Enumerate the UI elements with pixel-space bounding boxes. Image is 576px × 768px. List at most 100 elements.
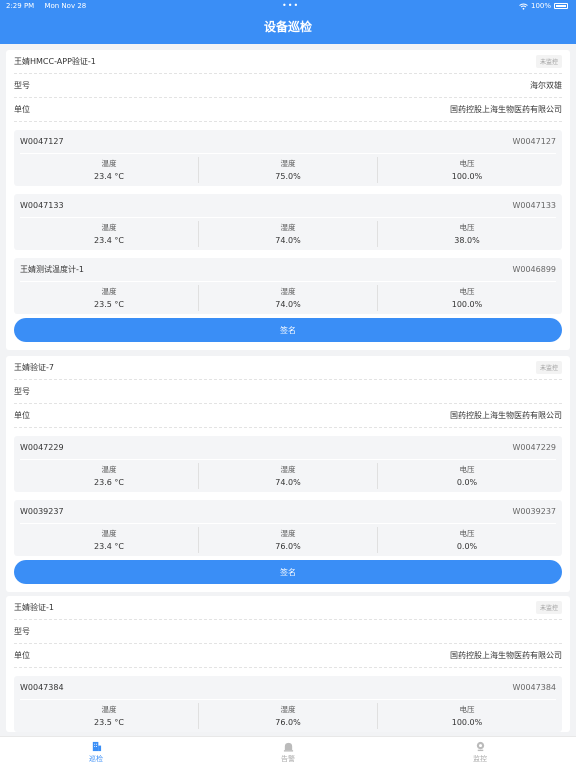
voltage-label: 电压 <box>459 529 475 538</box>
model-row: 型号 <box>14 620 562 644</box>
humidity-label: 湿度 <box>280 465 296 474</box>
tab-label: 监控 <box>473 755 487 763</box>
sensor-code: W0046899 <box>512 265 556 274</box>
voltage-metric: 电压 100.0% <box>377 157 556 183</box>
sensor-item[interactable]: 王婧测试温度计-1 W0046899 温度 23.5 °C 湿度 74.0% 电压 1… <box>14 258 562 314</box>
sensor-name: W0047127 <box>20 137 64 146</box>
status-badge: 未监控 <box>535 601 562 614</box>
temperature-label: 温度 <box>101 223 117 232</box>
sensor-code: W0047127 <box>512 137 556 146</box>
card-title: 王婧HMCC-APP验证-1 <box>14 57 96 66</box>
model-value: 海尔双雄 <box>530 81 562 90</box>
temperature-label: 温度 <box>101 529 117 538</box>
humidity-value: 76.0% <box>275 718 301 727</box>
voltage-metric: 电压 0.0% <box>377 463 556 489</box>
humidity-metric: 湿度 74.0% <box>198 221 377 247</box>
temperature-metric: 温度 23.4 °C <box>20 527 198 553</box>
tab-label: 巡检 <box>89 755 103 763</box>
unit-label: 单位 <box>14 411 30 420</box>
voltage-label: 电压 <box>459 287 475 296</box>
equipment-card: 王婧验证-7 未监控 型号 单位 国药控股上海生物医药有限公司 W0047229… <box>6 356 570 592</box>
sensor-name: W0039237 <box>20 507 64 516</box>
inspection-list[interactable]: 王婧HMCC-APP验证-1 未监控 型号 海尔双雄 单位 国药控股上海生物医药… <box>0 44 576 736</box>
sensor-item[interactable]: W0047127 W0047127 温度 23.4 °C 湿度 75.0% 电压 10… <box>14 130 562 186</box>
humidity-value: 76.0% <box>275 542 301 551</box>
sensor-code: W0047229 <box>512 443 556 452</box>
humidity-label: 湿度 <box>280 223 296 232</box>
temperature-metric: 温度 23.6 °C <box>20 463 198 489</box>
status-badge: 未监控 <box>535 361 562 374</box>
tab-alarm[interactable]: 告警 <box>192 737 384 768</box>
card-title: 王婧验证-7 <box>14 363 54 372</box>
status-bar: 2:29 PM Mon Nov 28 ••• 100% <box>0 0 576 12</box>
temperature-value: 23.5 °C <box>94 718 124 727</box>
sensor-name: W0047229 <box>20 443 64 452</box>
model-label: 型号 <box>14 387 30 396</box>
tab-monitor[interactable]: 监控 <box>384 737 576 768</box>
humidity-metric: 湿度 76.0% <box>198 527 377 553</box>
sign-button[interactable]: 签名 <box>14 318 562 342</box>
tab-bar: 巡检 告警 监控 <box>0 736 576 768</box>
humidity-metric: 湿度 74.0% <box>198 285 377 311</box>
voltage-value: 38.0% <box>454 236 480 245</box>
sensor-code: W0039237 <box>512 507 556 516</box>
sensor-item[interactable]: W0047229 W0047229 温度 23.6 °C 湿度 74.0% 电压 0.… <box>14 436 562 492</box>
voltage-label: 电压 <box>459 705 475 714</box>
tab-inspection[interactable]: 巡检 <box>0 737 192 768</box>
alarm-icon <box>283 742 293 752</box>
temperature-metric: 温度 23.4 °C <box>20 221 198 247</box>
temperature-value: 23.4 °C <box>94 542 124 551</box>
voltage-label: 电压 <box>459 159 475 168</box>
voltage-label: 电压 <box>459 465 475 474</box>
page-title: 设备巡检 <box>263 20 312 34</box>
sensor-code: W0047133 <box>512 201 556 210</box>
temperature-label: 温度 <box>101 705 117 714</box>
voltage-value: 100.0% <box>451 718 483 727</box>
model-row: 型号 海尔双雄 <box>14 74 562 98</box>
temperature-metric: 温度 23.5 °C <box>20 285 198 311</box>
humidity-label: 湿度 <box>280 159 296 168</box>
voltage-metric: 电压 100.0% <box>377 703 556 729</box>
sensor-name: 王婧测试温度计-1 <box>20 265 84 274</box>
building-icon <box>92 741 101 752</box>
card-header: 王婧HMCC-APP验证-1 未监控 <box>14 50 562 74</box>
status-date: Mon Nov 28 <box>44 2 87 10</box>
sensor-code: W0047384 <box>512 683 556 692</box>
sensor-item[interactable]: W0039237 W0039237 温度 23.4 °C 湿度 76.0% 电压 0.… <box>14 500 562 556</box>
equipment-card: 王婧验证-1 未监控 型号 单位 国药控股上海生物医药有限公司 W0047384… <box>6 596 570 732</box>
sensor-item[interactable]: W0047384 W0047384 温度 23.5 °C 湿度 76.0% 电压 10… <box>14 676 562 732</box>
camera-icon <box>476 741 484 752</box>
voltage-value: 100.0% <box>451 172 483 181</box>
unit-label: 单位 <box>14 105 30 114</box>
voltage-value: 0.0% <box>456 542 478 551</box>
humidity-value: 74.0% <box>275 236 301 245</box>
sensor-item[interactable]: W0047133 W0047133 温度 23.4 °C 湿度 74.0% 电压 38… <box>14 194 562 250</box>
humidity-metric: 湿度 74.0% <box>198 463 377 489</box>
unit-row: 单位 国药控股上海生物医药有限公司 <box>14 644 562 668</box>
status-time: 2:29 PM <box>6 2 35 10</box>
temperature-value: 23.4 °C <box>94 172 124 181</box>
temperature-label: 温度 <box>101 159 117 168</box>
humidity-label: 湿度 <box>280 705 296 714</box>
voltage-label: 电压 <box>459 223 475 232</box>
unit-value: 国药控股上海生物医药有限公司 <box>450 411 562 420</box>
humidity-label: 湿度 <box>280 287 296 296</box>
multitask-dots-icon[interactable]: ••• <box>282 0 299 12</box>
humidity-value: 74.0% <box>275 300 301 309</box>
sign-button[interactable]: 签名 <box>14 560 562 584</box>
app-header: 2:29 PM Mon Nov 28 ••• 100% 设备巡检 <box>0 0 576 44</box>
unit-value: 国药控股上海生物医药有限公司 <box>450 651 562 660</box>
humidity-value: 75.0% <box>275 172 301 181</box>
tab-label: 告警 <box>281 755 295 763</box>
humidity-metric: 湿度 76.0% <box>198 703 377 729</box>
equipment-card: 王婧HMCC-APP验证-1 未监控 型号 海尔双雄 单位 国药控股上海生物医药… <box>6 50 570 350</box>
card-header: 王婧验证-7 未监控 <box>14 356 562 380</box>
temperature-metric: 温度 23.4 °C <box>20 157 198 183</box>
humidity-label: 湿度 <box>280 529 296 538</box>
unit-label: 单位 <box>14 651 30 660</box>
unit-row: 单位 国药控股上海生物医药有限公司 <box>14 98 562 122</box>
voltage-metric: 电压 100.0% <box>377 285 556 311</box>
voltage-value: 100.0% <box>451 300 483 309</box>
humidity-value: 74.0% <box>275 478 301 487</box>
sensor-name: W0047384 <box>20 683 64 692</box>
